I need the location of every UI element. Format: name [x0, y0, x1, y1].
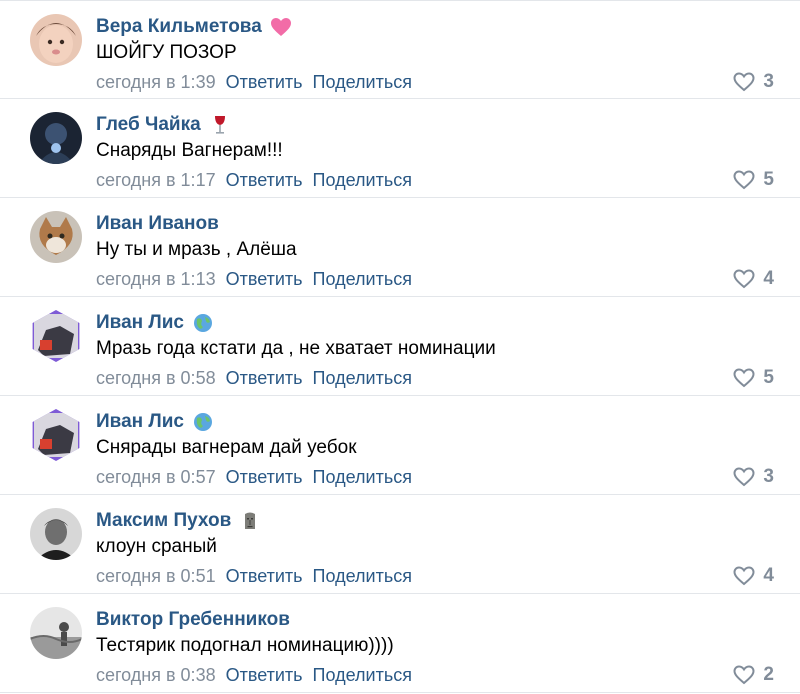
comment-meta: сегодня в 1:39 Ответить Поделиться — [96, 72, 412, 93]
comment-author: Иван Иванов — [96, 213, 219, 235]
heart-outline-icon — [733, 72, 755, 92]
comment-timestamp[interactable]: сегодня в 0:57 — [96, 467, 216, 488]
author-name-link[interactable]: Иван Иванов — [96, 213, 219, 235]
avatar-image — [32, 409, 80, 461]
comment-author: Глеб Чайка — [96, 114, 231, 136]
comment-text: Мразь года кстати да , не хватает номина… — [96, 338, 496, 359]
comment-meta: сегодня в 0:51 Ответить Поделиться — [96, 566, 412, 587]
reply-button[interactable]: Ответить — [226, 467, 303, 488]
comment-meta: сегодня в 0:57 Ответить Поделиться — [96, 467, 412, 488]
heart-outline-icon — [733, 269, 755, 289]
comment-author: Максим Пухов — [96, 510, 261, 532]
comment-timestamp[interactable]: сегодня в 1:17 — [96, 170, 216, 191]
like-count: 3 — [763, 466, 774, 487]
moai-icon — [239, 511, 261, 531]
comment-author: Вера Кильметова — [96, 16, 292, 38]
comment-text: Снярады вагнерам дай уебок — [96, 437, 357, 458]
avatar-image — [30, 14, 82, 66]
comment-timestamp[interactable]: сегодня в 0:58 — [96, 368, 216, 389]
avatar-image — [32, 310, 80, 362]
comment-item: Вера Кильметова ШОЙГУ ПОЗОР сегодня в 1:… — [0, 0, 800, 99]
author-name-link[interactable]: Иван Лис — [96, 312, 184, 334]
like-count: 5 — [763, 169, 774, 190]
author-name-link[interactable]: Глеб Чайка — [96, 114, 201, 136]
avatar-image — [30, 607, 82, 659]
avatar[interactable] — [30, 112, 82, 164]
pink-heart-icon — [270, 17, 292, 37]
share-button[interactable]: Поделиться — [313, 467, 412, 488]
like-button[interactable]: 5 — [733, 367, 774, 389]
author-name-link[interactable]: Максим Пухов — [96, 510, 231, 532]
author-name-link[interactable]: Иван Лис — [96, 411, 184, 433]
avatar[interactable] — [30, 607, 82, 659]
avatar[interactable] — [32, 310, 80, 362]
heart-outline-icon — [733, 566, 755, 586]
heart-outline-icon — [733, 368, 755, 388]
comment-item: Глеб Чайка Снаряды Вагнерам!!! сегодня в… — [0, 99, 800, 198]
reply-button[interactable]: Ответить — [226, 566, 303, 587]
comment-text: клоун сраный — [96, 536, 217, 557]
comment-meta: сегодня в 0:38 Ответить Поделиться — [96, 665, 412, 686]
like-button[interactable]: 5 — [733, 169, 774, 191]
reply-button[interactable]: Ответить — [226, 72, 303, 93]
comment-text: ШОЙГУ ПОЗОР — [96, 42, 237, 63]
like-count: 2 — [763, 664, 774, 685]
globe-icon — [192, 412, 214, 432]
comment-meta: сегодня в 0:58 Ответить Поделиться — [96, 368, 412, 389]
share-button[interactable]: Поделиться — [313, 368, 412, 389]
share-button[interactable]: Поделиться — [313, 566, 412, 587]
share-button[interactable]: Поделиться — [313, 72, 412, 93]
comment-timestamp[interactable]: сегодня в 0:51 — [96, 566, 216, 587]
avatar-image — [30, 112, 82, 164]
globe-icon — [192, 313, 214, 333]
reply-button[interactable]: Ответить — [226, 269, 303, 290]
avatar[interactable] — [30, 14, 82, 66]
author-name-link[interactable]: Вера Кильметова — [96, 16, 262, 38]
share-button[interactable]: Поделиться — [313, 665, 412, 686]
like-count: 4 — [763, 268, 774, 289]
comment-item: Максим Пухов клоун сраный сегодня в 0:51… — [0, 495, 800, 594]
share-button[interactable]: Поделиться — [313, 269, 412, 290]
like-count: 3 — [763, 71, 774, 92]
heart-outline-icon — [733, 665, 755, 685]
like-button[interactable]: 4 — [733, 268, 774, 290]
like-count: 4 — [763, 565, 774, 586]
comment-item: Виктор Гребенников Тестярик подогнал ном… — [0, 594, 800, 693]
share-button[interactable]: Поделиться — [313, 170, 412, 191]
avatar[interactable] — [32, 409, 80, 461]
avatar[interactable] — [30, 508, 82, 560]
like-count: 5 — [763, 367, 774, 388]
comment-item: Иван Иванов Ну ты и мразь , Алёша сегодн… — [0, 198, 800, 297]
comments-list: Вера Кильметова ШОЙГУ ПОЗОР сегодня в 1:… — [0, 0, 800, 694]
comment-timestamp[interactable]: сегодня в 0:38 — [96, 665, 216, 686]
comment-timestamp[interactable]: сегодня в 1:13 — [96, 269, 216, 290]
avatar-image — [30, 211, 82, 263]
reply-button[interactable]: Ответить — [226, 170, 303, 191]
comment-author: Виктор Гребенников — [96, 609, 290, 631]
comment-text: Снаряды Вагнерам!!! — [96, 140, 283, 161]
comment-author: Иван Лис — [96, 411, 214, 433]
comment-author: Иван Лис — [96, 312, 214, 334]
avatar-image — [30, 508, 82, 560]
author-name-link[interactable]: Виктор Гребенников — [96, 609, 290, 631]
like-button[interactable]: 4 — [733, 565, 774, 587]
like-button[interactable]: 3 — [733, 466, 774, 488]
comment-item: Иван Лис Мразь года кстати да , не хвата… — [0, 297, 800, 396]
comment-timestamp[interactable]: сегодня в 1:39 — [96, 72, 216, 93]
reply-button[interactable]: Ответить — [226, 665, 303, 686]
comment-meta: сегодня в 1:13 Ответить Поделиться — [96, 269, 412, 290]
avatar[interactable] — [30, 211, 82, 263]
comment-text: Тестярик подогнал номинацию)))) — [96, 635, 394, 656]
comment-meta: сегодня в 1:17 Ответить Поделиться — [96, 170, 412, 191]
reply-button[interactable]: Ответить — [226, 368, 303, 389]
heart-outline-icon — [733, 467, 755, 487]
comment-item: Иван Лис Снярады вагнерам дай уебок сего… — [0, 396, 800, 495]
heart-outline-icon — [733, 170, 755, 190]
wine-glass-icon — [209, 115, 231, 135]
comment-text: Ну ты и мразь , Алёша — [96, 239, 297, 260]
like-button[interactable]: 3 — [733, 71, 774, 93]
like-button[interactable]: 2 — [733, 664, 774, 686]
